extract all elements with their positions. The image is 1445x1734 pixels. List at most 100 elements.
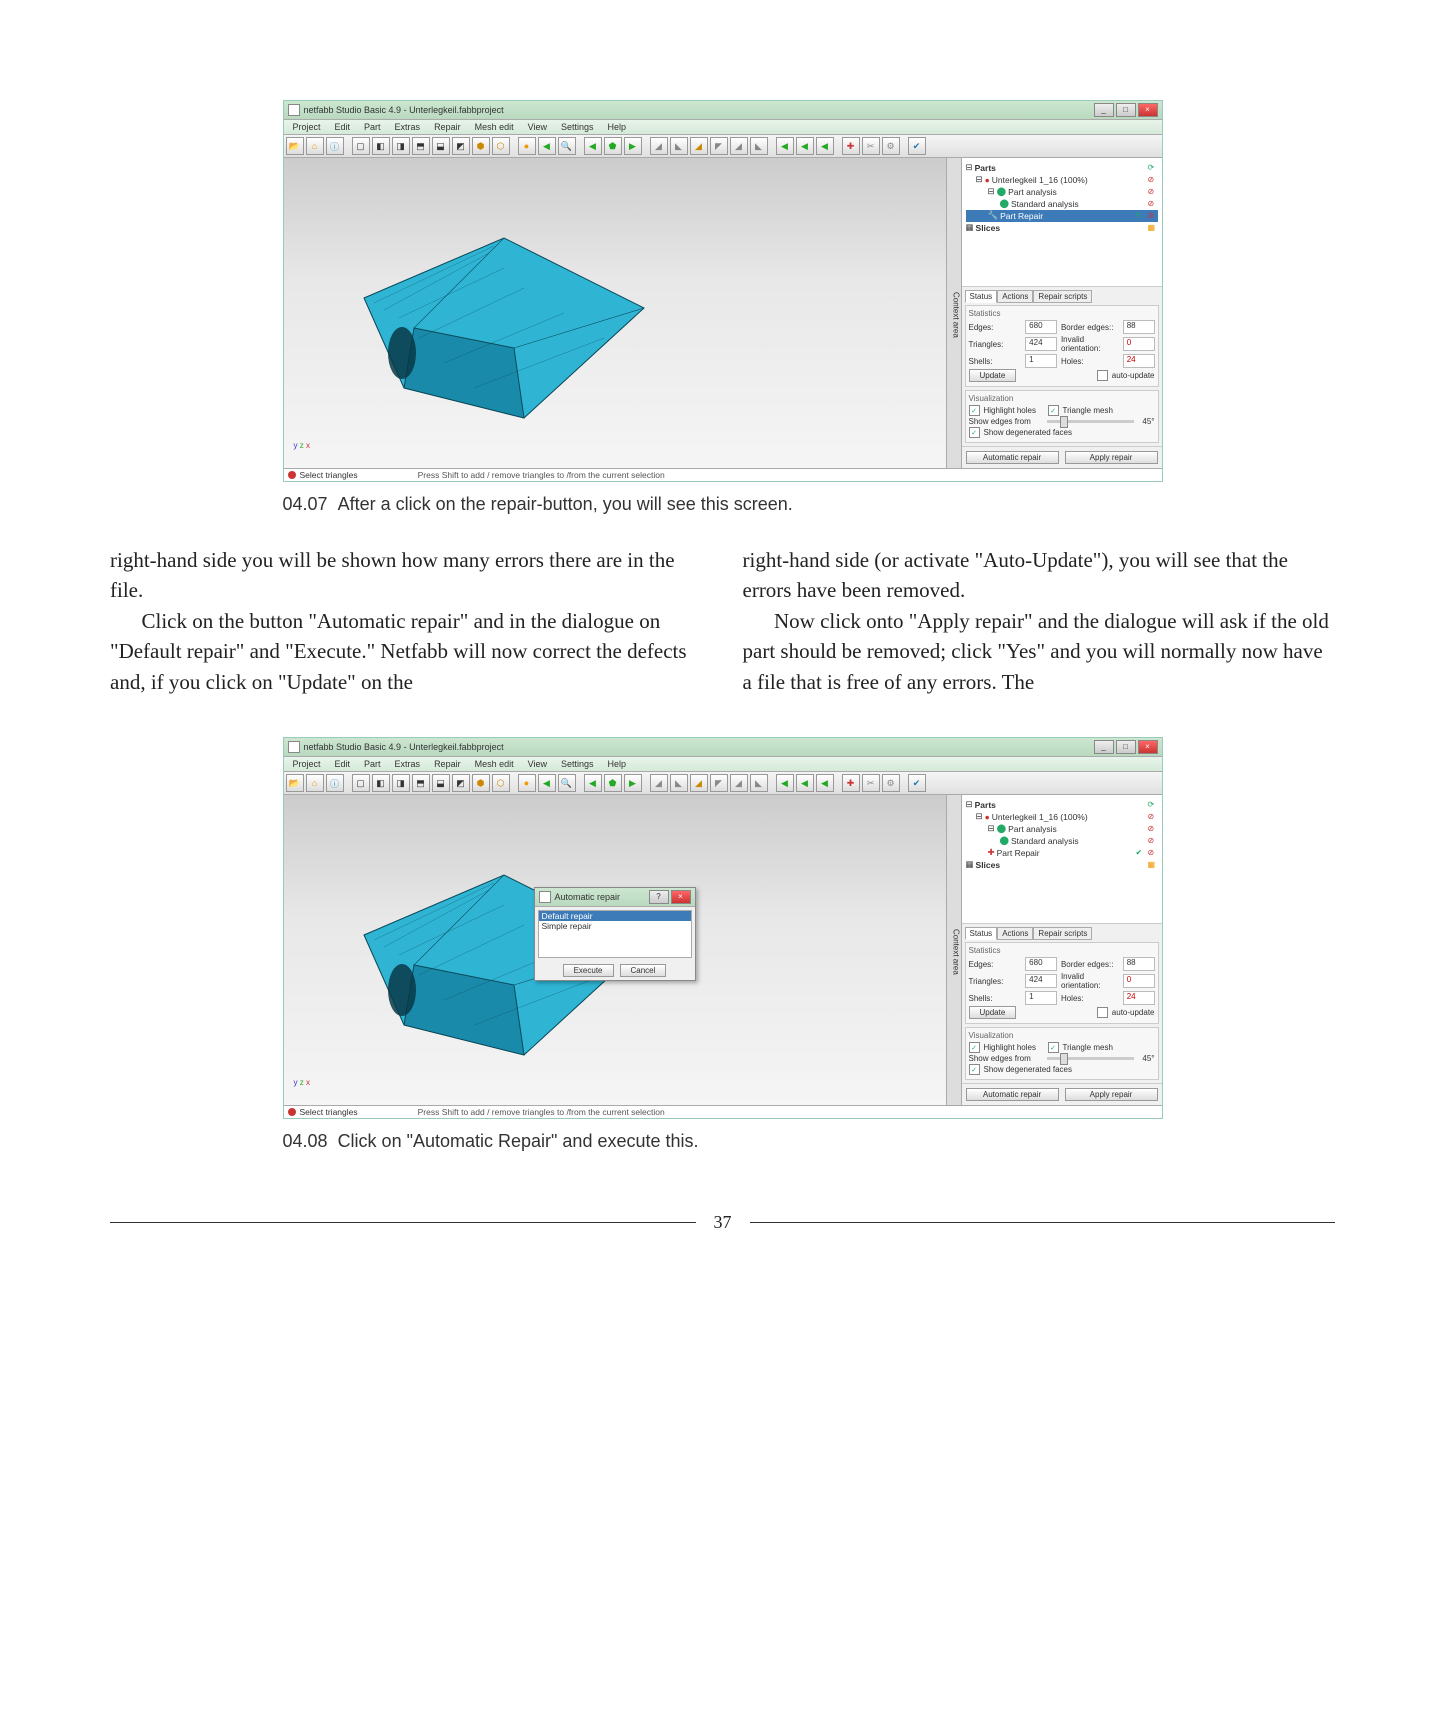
close-button[interactable]: × [1138, 103, 1158, 117]
minimize-button[interactable]: _ [1094, 103, 1114, 117]
context-area-tab[interactable]: Context area [946, 795, 961, 1105]
tab-status[interactable]: Status [965, 290, 998, 303]
tool-box1-icon[interactable]: ▢ [352, 137, 370, 155]
menu-edit[interactable]: Edit [328, 121, 358, 133]
menu-part[interactable]: Part [357, 758, 388, 770]
tab-actions[interactable]: Actions [997, 927, 1033, 940]
tree-slices[interactable]: ▦ Slices▦ [966, 222, 1158, 234]
tool-box3-icon[interactable]: ◨ [392, 137, 410, 155]
viewport-3d[interactable]: y z x [284, 158, 946, 468]
tree-part-repair[interactable]: ✚ Part Repair✔⊘ [966, 847, 1158, 859]
tool-zoom-icon[interactable]: 🔍 [558, 137, 576, 155]
edge-angle-slider[interactable] [1047, 1057, 1135, 1060]
tool-play1-icon[interactable]: ◀ [776, 774, 794, 792]
close-button[interactable]: × [1138, 740, 1158, 754]
dialog-close-button[interactable]: × [671, 890, 691, 904]
tool-nav2-icon[interactable]: ⬟ [604, 774, 622, 792]
tree-part-item[interactable]: ⊟ ● Unterlegkeil 1_16 (100%)⊘ [966, 811, 1158, 823]
show-degen-checkbox[interactable]: ✓ [969, 1064, 980, 1075]
tree-parts[interactable]: ⊟ Parts⟳ [966, 162, 1158, 174]
highlight-holes-checkbox[interactable]: ✓ [969, 405, 980, 416]
menu-edit[interactable]: Edit [328, 758, 358, 770]
execute-button[interactable]: Execute [563, 964, 614, 977]
highlight-holes-checkbox[interactable]: ✓ [969, 1042, 980, 1053]
tool-nav1-icon[interactable]: ◀ [584, 774, 602, 792]
tab-repair-scripts[interactable]: Repair scripts [1033, 927, 1092, 940]
cancel-button[interactable]: Cancel [620, 964, 667, 977]
automatic-repair-button[interactable]: Automatic repair [966, 1088, 1059, 1101]
tool-tri2-icon[interactable]: ◣ [670, 137, 688, 155]
repair-options-list[interactable]: Default repair Simple repair [538, 910, 692, 958]
tool-box8-icon[interactable]: ⬡ [492, 137, 510, 155]
context-area-tab[interactable]: Context area [946, 158, 961, 468]
menu-view[interactable]: View [521, 121, 554, 133]
apply-repair-button[interactable]: Apply repair [1065, 451, 1158, 464]
menu-settings[interactable]: Settings [554, 758, 601, 770]
tool-play3-icon[interactable]: ◀ [816, 137, 834, 155]
tool-nav2-icon[interactable]: ⬟ [604, 137, 622, 155]
tool-tri5-icon[interactable]: ◢ [730, 774, 748, 792]
maximize-button[interactable]: □ [1116, 740, 1136, 754]
maximize-button[interactable]: □ [1116, 103, 1136, 117]
tool-box4-icon[interactable]: ⬒ [412, 137, 430, 155]
option-default-repair[interactable]: Default repair [539, 911, 691, 921]
menu-extras[interactable]: Extras [388, 121, 428, 133]
tool-info-icon[interactable]: ⓘ [326, 137, 344, 155]
menu-settings[interactable]: Settings [554, 121, 601, 133]
auto-update-checkbox[interactable] [1097, 370, 1108, 381]
tool-tri4-icon[interactable]: ◤ [710, 137, 728, 155]
minimize-button[interactable]: _ [1094, 740, 1114, 754]
tree-analysis[interactable]: ⊟ ⬤ Part analysis⊘ [966, 186, 1158, 198]
tool-circle-icon[interactable]: ● [518, 137, 536, 155]
tool-box6-icon[interactable]: ◩ [452, 137, 470, 155]
tool-play1-icon[interactable]: ◀ [776, 137, 794, 155]
menu-meshedit[interactable]: Mesh edit [468, 758, 521, 770]
update-button[interactable]: Update [969, 369, 1017, 382]
tool-tri2-icon[interactable]: ◣ [670, 774, 688, 792]
tool-check-icon[interactable]: ✔ [908, 774, 926, 792]
menu-view[interactable]: View [521, 758, 554, 770]
tree-analysis[interactable]: ⊟ ⬤ Part analysis⊘ [966, 823, 1158, 835]
tool-gear-icon[interactable]: ⚙ [882, 774, 900, 792]
auto-update-checkbox[interactable] [1097, 1007, 1108, 1018]
show-degen-checkbox[interactable]: ✓ [969, 427, 980, 438]
triangle-mesh-checkbox[interactable]: ✓ [1048, 1042, 1059, 1053]
tool-home-icon[interactable]: ⌂ [306, 137, 324, 155]
tool-cut-icon[interactable]: ✂ [862, 774, 880, 792]
apply-repair-button[interactable]: Apply repair [1065, 1088, 1158, 1101]
tool-play2-icon[interactable]: ◀ [796, 774, 814, 792]
tool-box7-icon[interactable]: ⬢ [472, 137, 490, 155]
tree-standard[interactable]: ⬤ Standard analysis⊘ [966, 198, 1158, 210]
tool-tri3-icon[interactable]: ◢ [690, 137, 708, 155]
tool-play2-icon[interactable]: ◀ [796, 137, 814, 155]
tool-left-icon[interactable]: ◀ [538, 137, 556, 155]
tool-left-icon[interactable]: ◀ [538, 774, 556, 792]
tool-tri6-icon[interactable]: ◣ [750, 774, 768, 792]
menu-repair[interactable]: Repair [427, 758, 468, 770]
tool-tri1-icon[interactable]: ◢ [650, 774, 668, 792]
tool-plus-icon[interactable]: ✚ [842, 137, 860, 155]
tool-tri1-icon[interactable]: ◢ [650, 137, 668, 155]
tool-box1-icon[interactable]: ▢ [352, 774, 370, 792]
menu-repair[interactable]: Repair [427, 121, 468, 133]
tool-tri5-icon[interactable]: ◢ [730, 137, 748, 155]
dialog-help-button[interactable]: ? [649, 890, 669, 904]
menu-help[interactable]: Help [601, 121, 634, 133]
update-button[interactable]: Update [969, 1006, 1017, 1019]
tree-parts[interactable]: ⊟ Parts⟳ [966, 799, 1158, 811]
tab-status[interactable]: Status [965, 927, 998, 940]
viewport-3d-2[interactable]: y z x Automatic repair ?× Default repair… [284, 795, 946, 1105]
tool-tri6-icon[interactable]: ◣ [750, 137, 768, 155]
tool-nav3-icon[interactable]: ▶ [624, 774, 642, 792]
tool-nav1-icon[interactable]: ◀ [584, 137, 602, 155]
menu-meshedit[interactable]: Mesh edit [468, 121, 521, 133]
tool-nav3-icon[interactable]: ▶ [624, 137, 642, 155]
tool-zoom-icon[interactable]: 🔍 [558, 774, 576, 792]
edge-angle-slider[interactable] [1047, 420, 1135, 423]
tree-part-item[interactable]: ⊟ ● Unterlegkeil 1_16 (100%)⊘ [966, 174, 1158, 186]
menu-part[interactable]: Part [357, 121, 388, 133]
tool-tri3-icon[interactable]: ◢ [690, 774, 708, 792]
option-simple-repair[interactable]: Simple repair [539, 921, 691, 931]
tool-plus-icon[interactable]: ✚ [842, 774, 860, 792]
tool-play3-icon[interactable]: ◀ [816, 774, 834, 792]
